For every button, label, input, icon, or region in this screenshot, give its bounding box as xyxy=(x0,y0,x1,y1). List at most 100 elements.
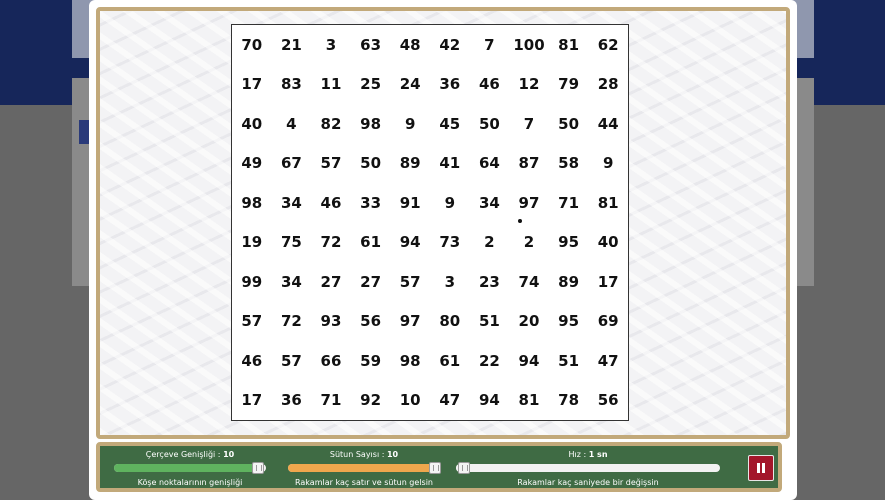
grid-number: 72 xyxy=(280,312,302,331)
grid-number: 46 xyxy=(320,193,342,212)
grid-number: 47 xyxy=(439,391,461,410)
grid-number: 91 xyxy=(399,193,421,212)
grid-number: 57 xyxy=(280,351,302,370)
grid-number: 98 xyxy=(399,351,421,370)
grid-number: 27 xyxy=(360,272,382,291)
grid-number: 24 xyxy=(399,75,421,94)
speed-control: Hız : 1 sn Rakamlar kaç saniyede bir değ… xyxy=(456,446,720,488)
grid-number: 51 xyxy=(558,351,580,370)
grid-number: 89 xyxy=(399,154,421,173)
grid-number: 97 xyxy=(518,193,540,212)
speed-value: 1 sn xyxy=(588,450,608,459)
speed-title: Hız : 1 sn xyxy=(456,450,720,459)
grid-number: 40 xyxy=(241,114,263,133)
grid-number: 47 xyxy=(597,351,619,370)
frame-width-slider[interactable] xyxy=(114,462,266,474)
grid-number: 100 xyxy=(513,35,545,54)
grid-number: 21 xyxy=(280,35,302,54)
frame-width-title: Çerçeve Genişliği : 10 xyxy=(114,450,266,459)
exercise-modal: 70 21 3 63 48 42 7 100 81 62 17 83 11 25 24 36 46 12 79 28 4… xyxy=(89,0,797,500)
frame-width-control: Çerçeve Genişliği : 10 Köşe noktalarının… xyxy=(114,446,266,488)
grid-number: 75 xyxy=(280,233,302,252)
grid-number: 34 xyxy=(478,193,500,212)
grid-number: 48 xyxy=(399,35,421,54)
frame-width-value: 10 xyxy=(223,450,235,459)
frame-width-label: Çerçeve Genişliği : xyxy=(145,450,221,459)
column-count-value: 10 xyxy=(386,450,399,459)
speed-slider-handle[interactable] xyxy=(457,462,470,474)
speed-label: Hız : xyxy=(568,450,587,459)
grid-number: 51 xyxy=(478,312,500,331)
grid-number: 50 xyxy=(360,154,382,173)
grid-number: 78 xyxy=(558,391,580,410)
column-count-control: Sütun Sayısı : 10 Rakamlar kaç satır ve … xyxy=(288,446,442,488)
grid-number: 69 xyxy=(597,312,619,331)
grid-number: 94 xyxy=(518,351,540,370)
grid-number: 71 xyxy=(320,391,342,410)
grid-number: 11 xyxy=(320,75,342,94)
controls-bar: Çerçeve Genişliği : 10 Köşe noktalarının… xyxy=(96,442,782,492)
grid-number: 57 xyxy=(241,312,263,331)
grid-number: 34 xyxy=(280,272,302,291)
speed-slider[interactable] xyxy=(456,462,720,474)
grid-number: 3 xyxy=(325,35,337,54)
grid-number: 98 xyxy=(360,114,382,133)
pause-icon-bar xyxy=(762,463,765,473)
speed-description: Rakamlar kaç saniyede bir değişsin xyxy=(517,478,659,487)
grid-number: 94 xyxy=(478,391,500,410)
focus-center-dot xyxy=(518,219,522,223)
grid-number: 50 xyxy=(558,114,580,133)
grid-number: 83 xyxy=(280,75,302,94)
grid-number: 9 xyxy=(444,193,455,212)
grid-number: 23 xyxy=(478,272,500,291)
grid-number: 97 xyxy=(399,312,421,331)
grid-number: 63 xyxy=(360,35,382,54)
grid-number: 36 xyxy=(280,391,302,410)
grid-number: 9 xyxy=(404,114,416,133)
grid-number: 81 xyxy=(558,35,580,54)
pause-icon xyxy=(757,463,760,473)
grid-number: 46 xyxy=(478,75,500,94)
grid-number: 9 xyxy=(602,154,614,173)
grid-number: 67 xyxy=(280,154,302,173)
grid-number: 73 xyxy=(439,233,461,252)
grid-number: 36 xyxy=(439,75,461,94)
column-count-slider-handle[interactable] xyxy=(429,462,442,474)
grid-number: 22 xyxy=(478,351,500,370)
frame-width-slider-handle[interactable] xyxy=(252,462,265,474)
grid-number: 58 xyxy=(558,154,580,173)
grid-number: 56 xyxy=(360,312,382,331)
grid-number: 17 xyxy=(597,272,619,291)
frame-width-description: Köşe noktalarının genişliği xyxy=(137,478,243,487)
column-count-label: Sütun Sayısı : xyxy=(329,450,385,459)
number-board: 70 21 3 63 48 42 7 100 81 62 17 83 11 25 24 36 46 12 79 28 4… xyxy=(96,7,790,439)
grid-number: 93 xyxy=(320,312,342,331)
grid-number: 99 xyxy=(241,272,263,291)
grid-number: 71 xyxy=(558,193,580,212)
grid-number: 70 xyxy=(241,35,263,54)
grid-number: 42 xyxy=(439,35,461,54)
grid-number: 57 xyxy=(399,272,421,291)
grid-number: 50 xyxy=(478,114,500,133)
grid-number: 80 xyxy=(439,312,461,331)
grid-number: 82 xyxy=(320,114,342,133)
column-count-slider[interactable] xyxy=(288,462,442,474)
grid-number: 74 xyxy=(518,272,540,291)
grid-number: 7 xyxy=(484,35,495,54)
grid-number: 7 xyxy=(523,114,535,133)
grid-number: 41 xyxy=(439,154,461,173)
grid-number: 25 xyxy=(360,75,382,94)
grid-number: 17 xyxy=(241,75,263,94)
grid-number: 79 xyxy=(558,75,580,94)
grid-number: 81 xyxy=(597,193,619,212)
grid-number: 4 xyxy=(286,114,297,133)
grid-number: 10 xyxy=(399,391,421,410)
grid-number: 20 xyxy=(518,312,540,331)
grid-number: 2 xyxy=(484,233,495,252)
grid-number: 87 xyxy=(518,154,540,173)
grid-number: 61 xyxy=(439,351,461,370)
grid-number: 2 xyxy=(523,233,535,252)
grid-number: 33 xyxy=(360,193,382,212)
grid-number: 61 xyxy=(360,233,382,252)
pause-button[interactable] xyxy=(748,455,774,481)
